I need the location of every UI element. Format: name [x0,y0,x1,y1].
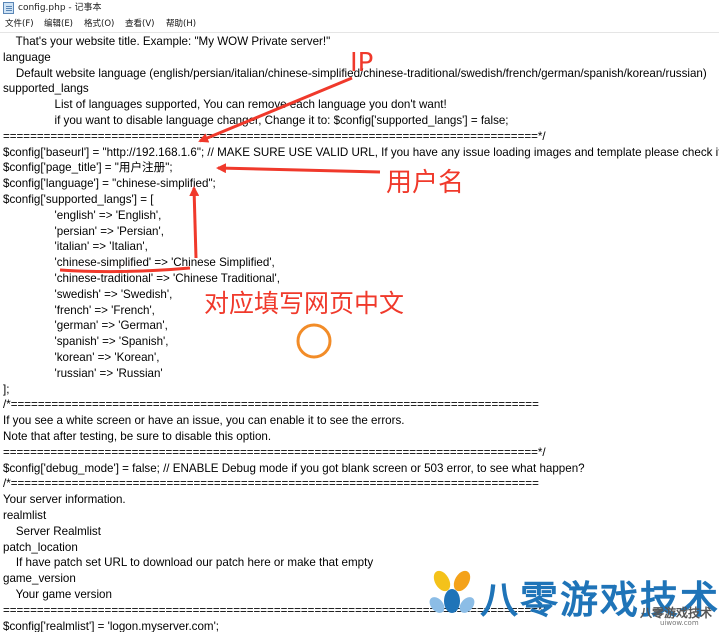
editor-line: Note that after testing, be sure to disa… [3,430,272,443]
editor-line: 'chinese-simplified' => 'Chinese Simplif… [3,256,275,270]
editor-line: 'german' => 'German', [3,319,168,333]
editor-line: 'russian' => 'Russian' [3,366,163,380]
editor-line: supported_langs [3,82,89,96]
editor-line: 'italian' => 'Italian', [3,240,148,254]
title-bar: config.php - 记事本 [0,0,719,17]
editor-line: /*======================================… [3,398,539,412]
chinese-page-annotation: 对应填写网页中文 [204,289,405,318]
username-annotation: 用户名 [386,168,465,198]
editor-line: 'swedish' => 'Swedish', [3,287,173,301]
editor-line: Server Realmlist [3,524,101,538]
editor-line: If have patch set URL to download our pa… [3,556,374,570]
editor-line: That's your website title. Example: "My … [3,35,331,48]
editor-line: $config['realmlist'] = 'logon.myserver.c… [3,619,220,632]
editor-line: List of languages supported, You can rem… [3,98,447,112]
editor-line: ========================================… [3,129,546,143]
editor-line: realmlist [3,509,47,522]
editor-line: ]; [3,382,10,396]
menu-format[interactable]: 格式(O) [84,18,114,30]
editor-line: 'spanish' => 'Spanish', [3,335,169,349]
menu-bar: 文件(F) 编辑(E) 格式(O) 查看(V) 帮助(H) [0,17,719,33]
notepad-icon [3,2,14,14]
watermark-logo-icon [429,570,475,613]
editor-line: Your game version [3,588,112,601]
editor-line: language [3,50,51,64]
editor-line: If you see a white screen or have an iss… [3,414,405,428]
watermark: 八零游戏技术 八零游戏技术 uiwow.com [428,565,719,632]
editor-line: $config['debug_mode'] = false; // ENABLE… [3,461,585,475]
window-title: config.php - 记事本 [18,3,102,13]
menu-edit[interactable]: 编辑(E) [44,18,73,30]
menu-view[interactable]: 查看(V) [125,18,154,30]
editor-line: $config['page_title'] = "用户注册"; [3,161,173,175]
editor-line: Your server information. [3,493,126,507]
editor-line: 'english' => 'English', [3,208,162,222]
editor-line: 'korean' => 'Korean', [3,351,160,364]
watermark-site: uiwow.com [660,619,699,627]
editor-line: $config['baseurl'] = "http://192.168.1.6… [3,145,719,159]
editor-line: game_version [3,572,76,586]
menu-help[interactable]: 帮助(H) [166,18,196,30]
text-editor[interactable]: That's your website title. Example: "My … [0,33,719,632]
editor-line: $config['language'] = "chinese-simplifie… [3,177,216,191]
menu-file[interactable]: 文件(F) [5,18,34,30]
editor-line: 'persian' => 'Persian', [3,224,164,238]
editor-line: patch_location [3,540,78,554]
editor-line: $config['supported_langs'] = [ [3,193,154,206]
editor-line: ========================================… [3,445,546,459]
editor-line: if you want to disable language changer,… [3,114,509,127]
editor-line: 'french' => 'French', [3,303,155,317]
editor-line: /*======================================… [3,477,539,491]
ip-annotation: IP [350,48,374,78]
